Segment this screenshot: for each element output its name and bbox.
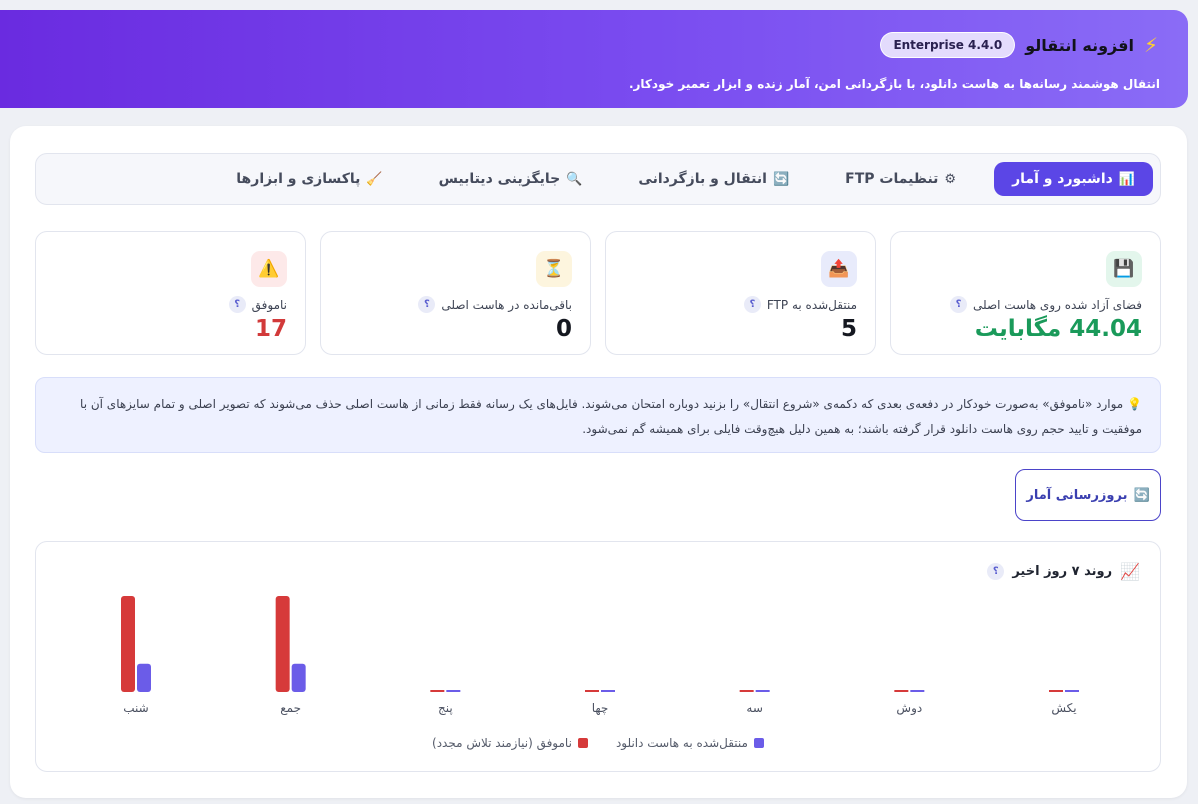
tab-database-replace[interactable]: 🔍 جایگزینی دیتابیس xyxy=(421,162,601,196)
main-panel: 📊 داشبورد و آمار ⚙ تنظیمات FTP 🔄 انتقال … xyxy=(10,126,1187,798)
card-value: 5 xyxy=(840,316,857,342)
lightning-icon: ⚡ xyxy=(1143,33,1158,57)
help-icon[interactable]: ؟ xyxy=(228,296,246,313)
stat-card-transferred-ftp: 📤 منتقل‌شده به FTP ؟ 5 xyxy=(605,231,876,355)
x-tick-label: دوش xyxy=(896,701,922,716)
help-icon[interactable]: ؟ xyxy=(949,296,967,313)
bar-failed-2 xyxy=(739,690,754,692)
bar-failed-5 xyxy=(275,596,290,692)
refresh-icon: 🔄 xyxy=(1133,487,1150,503)
bar-transferred-0 xyxy=(1065,690,1079,692)
info-notice: 💡 موارد «ناموفق» به‌صورت خودکار در دفعه‌… xyxy=(35,377,1161,453)
refresh-label: بروزرسانی آمار xyxy=(1026,487,1128,503)
x-tick-label: چها xyxy=(592,701,609,715)
search-icon: 🔍 xyxy=(566,171,583,187)
legend-swatch xyxy=(577,738,588,748)
card-label-row: باقی‌مانده در هاست اصلی ؟ xyxy=(418,296,572,313)
upload-tray-icon: 📤 xyxy=(821,251,857,287)
bar-failed-0 xyxy=(1049,690,1063,692)
card-label: باقی‌مانده در هاست اصلی xyxy=(441,297,572,312)
bar-failed-4 xyxy=(430,690,445,692)
header-title-row: ⚡ افزونه انتقالو Enterprise 4.4.0 xyxy=(880,32,1158,58)
stat-card-failed: ⚠️ ناموفق ؟ 17 xyxy=(35,231,306,355)
card-label: فضای آزاد شده روی هاست اصلی xyxy=(972,297,1142,312)
x-tick-label: یکش xyxy=(1051,701,1076,716)
bar-failed-3 xyxy=(585,690,599,692)
x-tick-label: شنب xyxy=(123,701,148,715)
card-label: ناموفق xyxy=(251,297,287,312)
card-value: 17 xyxy=(254,316,287,342)
bar-transferred-4 xyxy=(446,690,461,692)
tab-label: تنظیمات FTP xyxy=(845,171,939,187)
chart-icon: 📊 xyxy=(1118,171,1135,187)
legend-label: منتقل‌شده به هاست دانلود xyxy=(615,736,748,750)
bar-failed-6 xyxy=(121,596,135,692)
card-label-row: منتقل‌شده به FTP ؟ xyxy=(743,296,857,313)
refresh-stats-button[interactable]: 🔄 بروزرسانی آمار xyxy=(1015,469,1161,521)
tab-transfer-restore[interactable]: 🔄 انتقال و بازگردانی xyxy=(620,162,807,196)
warning-icon: ⚠️ xyxy=(251,251,287,287)
version-badge: Enterprise 4.4.0 xyxy=(880,32,1016,58)
tab-label: پاکسازی و ابزارها xyxy=(236,171,361,187)
legend-label: ناموفق (نیازمند تلاش مجدد) xyxy=(432,736,572,750)
help-icon[interactable]: ؟ xyxy=(418,296,436,313)
plugin-subtitle: انتقال هوشمند رسانه‌ها به هاست دانلود، ب… xyxy=(628,77,1160,91)
stat-card-remaining: ⏳ باقی‌مانده در هاست اصلی ؟ 0 xyxy=(320,231,591,355)
x-tick-label: پنج xyxy=(438,701,453,715)
floppy-disk-icon: 💾 xyxy=(1106,251,1142,287)
tab-label: جایگزینی دیتابیس xyxy=(438,171,561,187)
plugin-title: افزونه انتقالو xyxy=(1025,35,1134,55)
bar-transferred-2 xyxy=(755,690,770,692)
bar-failed-1 xyxy=(894,690,909,692)
broom-icon: 🧹 xyxy=(366,171,383,187)
plugin-header: ⚡ افزونه انتقالو Enterprise 4.4.0 انتقال… xyxy=(0,10,1188,108)
hourglass-icon: ⏳ xyxy=(536,251,572,287)
bar-transferred-6 xyxy=(137,663,151,692)
legend-swatch xyxy=(753,738,764,748)
tab-dashboard[interactable]: 📊 داشبورد و آمار xyxy=(994,162,1153,196)
card-label-row: ناموفق ؟ xyxy=(228,296,287,313)
x-tick-label: سه xyxy=(746,701,763,715)
card-value: 44.04 مگابایت xyxy=(974,316,1142,342)
tab-label: انتقال و بازگردانی xyxy=(638,171,767,187)
tab-bar: 📊 داشبورد و آمار ⚙ تنظیمات FTP 🔄 انتقال … xyxy=(35,153,1161,205)
legend-item-failed: ناموفق (نیازمند تلاش مجدد) xyxy=(432,736,588,750)
refresh-icon: 🔄 xyxy=(772,171,790,187)
card-value: 0 xyxy=(555,316,572,342)
stat-card-freed-space: 💾 فضای آزاد شده روی هاست اصلی ؟ 44.04 مگ… xyxy=(890,231,1161,355)
bar-transferred-1 xyxy=(910,690,925,692)
bar-chart: یکش دوش سه چها پنج جمع شنب xyxy=(121,596,1079,716)
x-tick-label: جمع xyxy=(280,701,301,715)
card-label: منتقل‌شده به FTP xyxy=(766,297,857,312)
notice-text: موارد «ناموفق» به‌صورت خودکار در دفعه‌ی … xyxy=(80,397,1142,436)
trend-chart-card: 📈 روند ۷ روز اخیر ؟ یکش دوش سه چها پنج جمع شنب… xyxy=(35,541,1161,772)
help-icon[interactable]: ؟ xyxy=(743,296,761,313)
tab-cleanup-tools[interactable]: 🧹 پاکسازی و ابزارها xyxy=(218,162,400,196)
lightbulb-icon: 💡 xyxy=(1127,397,1142,411)
chart-legend: منتقل‌شده به هاست دانلود ناموفق (نیازمند… xyxy=(36,736,1160,750)
card-label-row: فضای آزاد شده روی هاست اصلی ؟ xyxy=(949,296,1142,313)
tab-ftp-settings[interactable]: ⚙ تنظیمات FTP xyxy=(827,162,974,196)
gear-icon: ⚙ xyxy=(944,171,957,187)
bar-transferred-5 xyxy=(291,663,306,692)
tab-label: داشبورد و آمار xyxy=(1012,171,1113,187)
bar-transferred-3 xyxy=(601,690,615,692)
legend-item-transferred: منتقل‌شده به هاست دانلود xyxy=(616,736,764,750)
stat-cards: 💾 فضای آزاد شده روی هاست اصلی ؟ 44.04 مگ… xyxy=(35,231,1161,355)
